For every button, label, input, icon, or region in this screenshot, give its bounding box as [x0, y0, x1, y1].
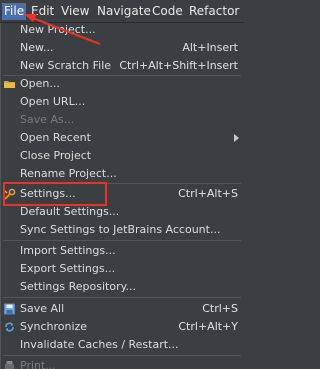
annotation-arrow-icon — [24, 14, 101, 46]
